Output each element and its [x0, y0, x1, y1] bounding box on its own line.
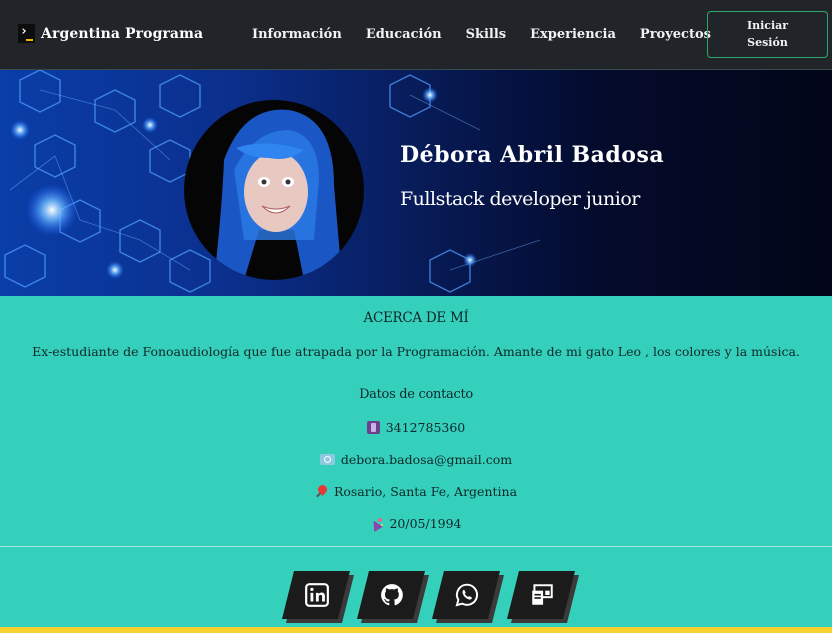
contact-title: Datos de contacto: [359, 387, 473, 402]
whatsapp-icon: [455, 583, 479, 607]
nav-link-proyectos[interactable]: Proyectos: [640, 27, 711, 42]
about-description: Ex-estudiante de Fonoaudiología que fue …: [32, 344, 800, 359]
contact-birthday: 20/05/1994: [0, 516, 832, 531]
location-value: Rosario, Santa Fe, Argentina: [333, 484, 518, 499]
contact-location: Rosario, Santa Fe, Argentina: [0, 484, 832, 499]
about-section: ACERCA DE MÍ Ex-estudiante de Fonoaudiol…: [0, 296, 832, 546]
nav-link-experiencia[interactable]: Experiencia: [530, 27, 616, 42]
login-button[interactable]: Iniciar Sesión: [707, 11, 828, 58]
whatsapp-button[interactable]: [432, 570, 506, 626]
social-links: [0, 547, 832, 627]
profile-name: Débora Abril Badosa: [400, 142, 665, 168]
linkedin-button[interactable]: [282, 570, 356, 626]
login-button-label: Iniciar Sesión: [746, 19, 789, 49]
portfolio-icon: [532, 584, 553, 605]
email-value[interactable]: debora.badosa@gmail.com: [341, 452, 512, 467]
birthday-value: 20/05/1994: [389, 516, 462, 531]
contact-email: debora.badosa@gmail.com: [0, 452, 832, 467]
pushpin-icon: [315, 485, 328, 498]
party-popper-icon: [370, 517, 383, 530]
nav-link-skills[interactable]: Skills: [466, 27, 507, 42]
profile-role: Fullstack developer junior: [400, 188, 640, 210]
brand-link[interactable]: › Argentina Programa: [18, 24, 203, 43]
hero-banner: Débora Abril Badosa Fullstack developer …: [0, 70, 832, 296]
portfolio-button[interactable]: [507, 570, 581, 626]
contact-phone: 3412785360: [0, 420, 832, 435]
phone-value: 3412785360: [385, 420, 466, 435]
brand-text: Argentina Programa: [41, 25, 204, 42]
github-icon: [381, 584, 403, 606]
linkedin-icon: [305, 583, 329, 607]
about-title: ACERCA DE MÍ: [363, 310, 469, 326]
terminal-icon: ›: [18, 24, 35, 43]
phone-icon: [366, 421, 380, 434]
github-button[interactable]: [357, 570, 431, 626]
profile-avatar: [184, 100, 364, 280]
email-icon: [319, 454, 335, 465]
navbar: › Argentina Programa Información Educaci…: [0, 0, 832, 70]
bottom-accent-bar: [0, 627, 832, 633]
nav-links: Información Educación Skills Experiencia…: [252, 27, 735, 42]
network-background: [4, 70, 541, 293]
nav-link-educacion[interactable]: Educación: [366, 27, 442, 42]
nav-link-informacion[interactable]: Información: [252, 27, 342, 42]
